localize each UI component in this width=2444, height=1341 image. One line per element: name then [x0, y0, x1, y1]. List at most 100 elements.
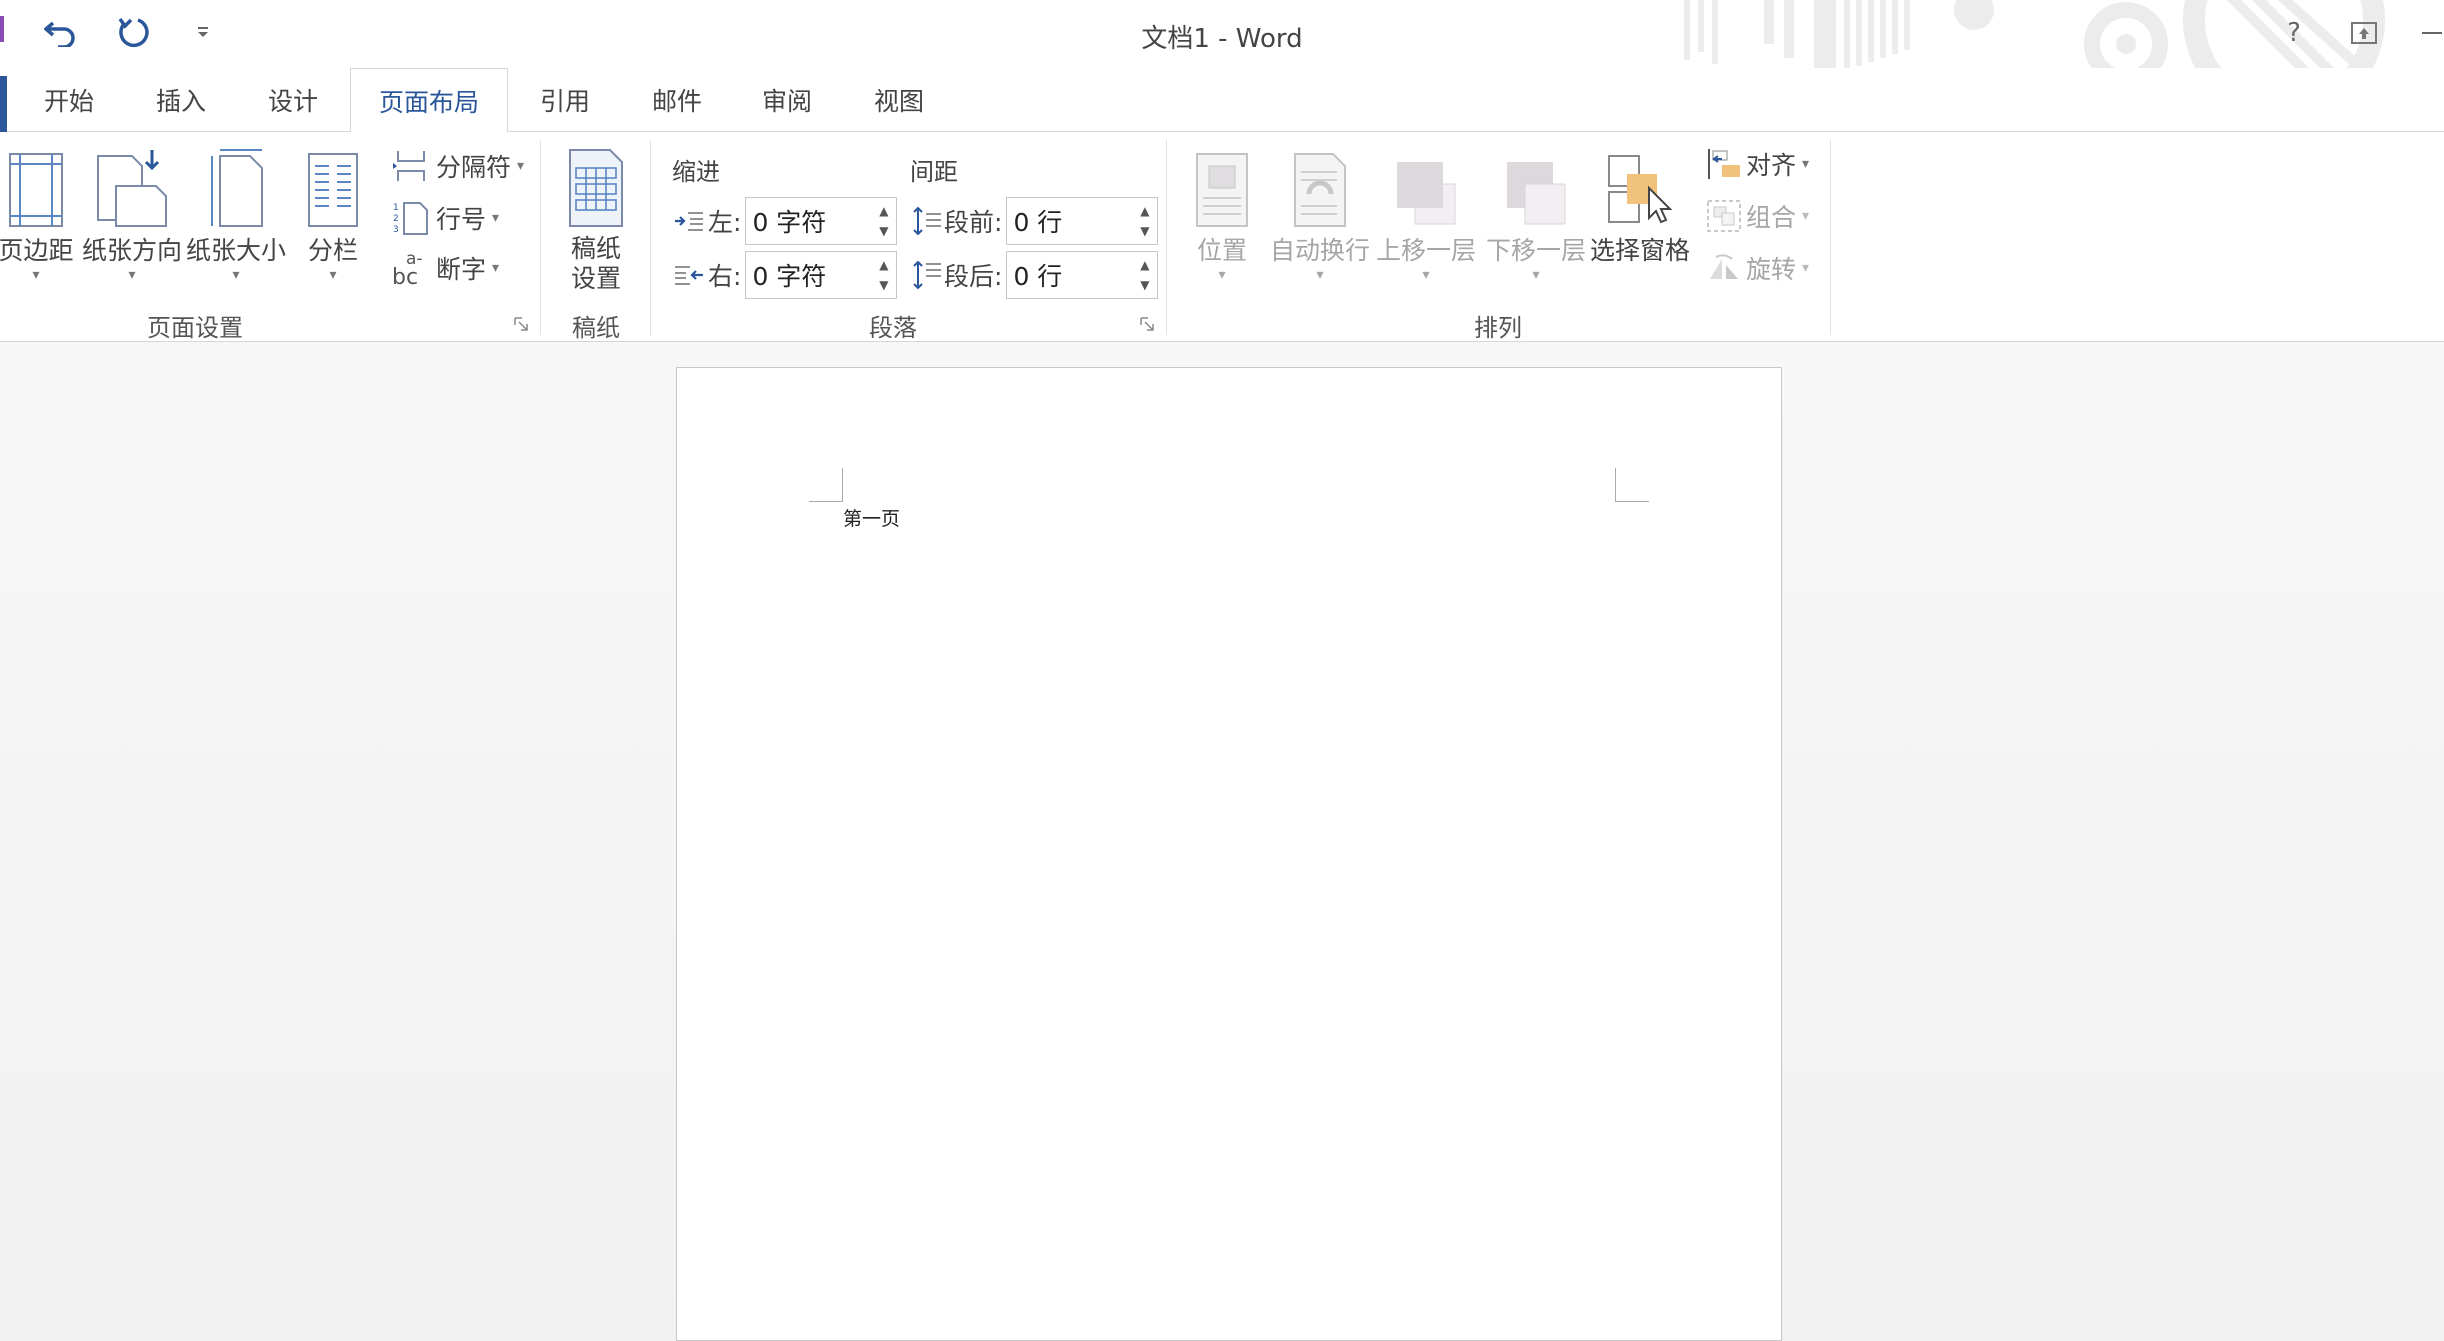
- spacing-header: 间距: [910, 158, 958, 186]
- group-objects-button[interactable]: 组合 ▾: [1706, 194, 1809, 238]
- spinner-up-icon[interactable]: ▲: [879, 204, 888, 218]
- tab-insert[interactable]: 插入: [140, 68, 222, 132]
- chevron-down-icon: ▾: [1422, 267, 1430, 283]
- line-numbers-label: 行号: [436, 205, 487, 234]
- help-button[interactable]: ?: [2274, 14, 2314, 52]
- title-bar: 文档1 - Word ?: [0, 0, 2444, 68]
- tab-design[interactable]: 设计: [252, 68, 334, 132]
- send-backward-label: 下移一层: [1485, 236, 1586, 265]
- size-button[interactable]: 纸张大小 ▾: [186, 142, 286, 282]
- group-separator: [1830, 140, 1831, 335]
- tab-view[interactable]: 视图: [858, 68, 940, 132]
- file-tab-accent[interactable]: [0, 76, 7, 132]
- bring-forward-icon: [1397, 162, 1456, 225]
- ribbon-display-options-icon: [2351, 22, 2377, 44]
- tab-home[interactable]: 开始: [28, 68, 110, 132]
- tab-mailings[interactable]: 邮件: [636, 68, 718, 132]
- send-backward-button[interactable]: 下移一层 ▾: [1484, 142, 1588, 282]
- document-page[interactable]: 第一页: [676, 367, 1782, 1341]
- indent-left-value[interactable]: 0 字符: [746, 203, 826, 239]
- svg-text:3: 3: [393, 225, 399, 235]
- breaks-button[interactable]: 分隔符 ▾: [392, 144, 524, 188]
- chevron-down-icon: ▾: [128, 267, 136, 283]
- align-label: 对齐: [1746, 151, 1797, 180]
- svg-text:1: 1: [393, 203, 399, 213]
- align-button[interactable]: 对齐 ▾: [1706, 142, 1809, 186]
- svg-text:bc: bc: [392, 265, 418, 288]
- rotate-icon: [1710, 254, 1738, 279]
- bring-forward-label: 上移一层: [1375, 236, 1476, 265]
- page-setup-dialog-launcher-icon[interactable]: [514, 317, 528, 331]
- group-separator: [1166, 140, 1167, 335]
- columns-button[interactable]: 分栏 ▾: [296, 142, 370, 282]
- chevron-down-icon: ▾: [1218, 267, 1226, 283]
- columns-icon: [308, 153, 358, 227]
- chevron-down-icon: ▾: [492, 260, 500, 276]
- chevron-down-icon: ▾: [232, 267, 240, 283]
- position-button[interactable]: 位置 ▾: [1180, 142, 1264, 282]
- minimize-button[interactable]: [2420, 14, 2444, 52]
- wrap-text-button[interactable]: 自动换行 ▾: [1266, 142, 1374, 282]
- chevron-down-icon: ▾: [1802, 156, 1810, 172]
- selection-pane-label: 选择窗格: [1590, 236, 1691, 265]
- hyphenation-label: 断字: [436, 255, 487, 284]
- spacing-after-icon: [913, 260, 941, 290]
- hyphenation-button[interactable]: a- bc 断字 ▾: [392, 246, 499, 290]
- draft-paper-label-line2: 设置: [570, 264, 621, 293]
- group-icon: [1707, 200, 1741, 232]
- tab-review[interactable]: 审阅: [746, 68, 828, 132]
- hyphenation-icon: a- bc: [392, 249, 423, 288]
- margins-button[interactable]: 页边距 ▾: [0, 142, 74, 282]
- spinner-down-icon[interactable]: ▼: [1140, 278, 1149, 292]
- chevron-down-icon: ▾: [1316, 267, 1324, 283]
- line-numbers-icon: 1 2 3: [393, 202, 428, 235]
- group-separator: [650, 140, 651, 335]
- indent-left-icon: [675, 212, 703, 231]
- size-label: 纸张大小: [186, 236, 287, 265]
- indent-right-spinner[interactable]: 0 字符 ▲ ▼: [745, 251, 898, 299]
- spinner-down-icon[interactable]: ▼: [1140, 224, 1149, 238]
- spinner-up-icon[interactable]: ▲: [1140, 204, 1149, 218]
- tab-references[interactable]: 引用: [524, 68, 606, 132]
- spacing-before-value[interactable]: 0 行: [1007, 203, 1062, 239]
- indent-right-value[interactable]: 0 字符: [746, 257, 826, 293]
- indent-header: 缩进: [672, 158, 720, 186]
- minimize-icon: [2422, 32, 2442, 34]
- chevron-down-icon: ▾: [492, 210, 500, 226]
- spacing-after-spinner[interactable]: 0 行 ▲ ▼: [1006, 251, 1159, 299]
- group-objects-label: 组合: [1746, 203, 1797, 232]
- paragraph-dialog-launcher-icon[interactable]: [1140, 317, 1154, 331]
- rotate-button[interactable]: 旋转 ▾: [1706, 246, 1809, 290]
- line-numbers-button[interactable]: 1 2 3 行号 ▾: [392, 196, 499, 240]
- ribbon-display-options-button[interactable]: [2344, 14, 2384, 52]
- spacing-before-row: 段前: 0 行 ▲ ▼: [912, 196, 1159, 246]
- indent-right-label: 右:: [708, 262, 742, 291]
- chevron-down-icon: ▾: [1532, 267, 1540, 283]
- header-text[interactable]: 第一页: [843, 504, 900, 531]
- spacing-before-spinner[interactable]: 0 行 ▲ ▼: [1006, 197, 1159, 245]
- group-label-draft-paper: 稿纸: [572, 314, 620, 342]
- spinner-up-icon[interactable]: ▲: [1140, 258, 1149, 272]
- spacing-before-label: 段前:: [944, 208, 1003, 237]
- spinner-up-icon[interactable]: ▲: [879, 258, 888, 272]
- bring-forward-button[interactable]: 上移一层 ▾: [1374, 142, 1478, 282]
- spacing-after-row: 段后: 0 行 ▲ ▼: [912, 250, 1159, 300]
- margins-icon: [9, 153, 63, 227]
- draft-paper-settings-button[interactable]: 稿纸 设置: [556, 142, 636, 294]
- spacing-after-label: 段后:: [944, 262, 1003, 291]
- spinner-down-icon[interactable]: ▼: [879, 278, 888, 292]
- group-separator: [540, 140, 541, 335]
- selection-pane-button[interactable]: 选择窗格: [1590, 142, 1690, 268]
- indent-left-spinner[interactable]: 0 字符 ▲ ▼: [745, 197, 898, 245]
- spacing-after-value[interactable]: 0 行: [1007, 257, 1062, 293]
- wrap-text-icon: [1294, 153, 1346, 227]
- indent-right-icon: [675, 266, 703, 285]
- spinner-down-icon[interactable]: ▼: [879, 224, 888, 238]
- columns-label: 分栏: [307, 236, 358, 265]
- chevron-down-icon: ▾: [517, 158, 525, 174]
- position-icon: [1196, 153, 1248, 227]
- indent-right-row: 右: 0 字符 ▲ ▼: [674, 250, 898, 300]
- tab-page-layout[interactable]: 页面布局: [350, 68, 508, 133]
- orientation-button[interactable]: 纸张方向 ▾: [82, 142, 182, 282]
- chevron-down-icon: ▾: [1802, 208, 1810, 224]
